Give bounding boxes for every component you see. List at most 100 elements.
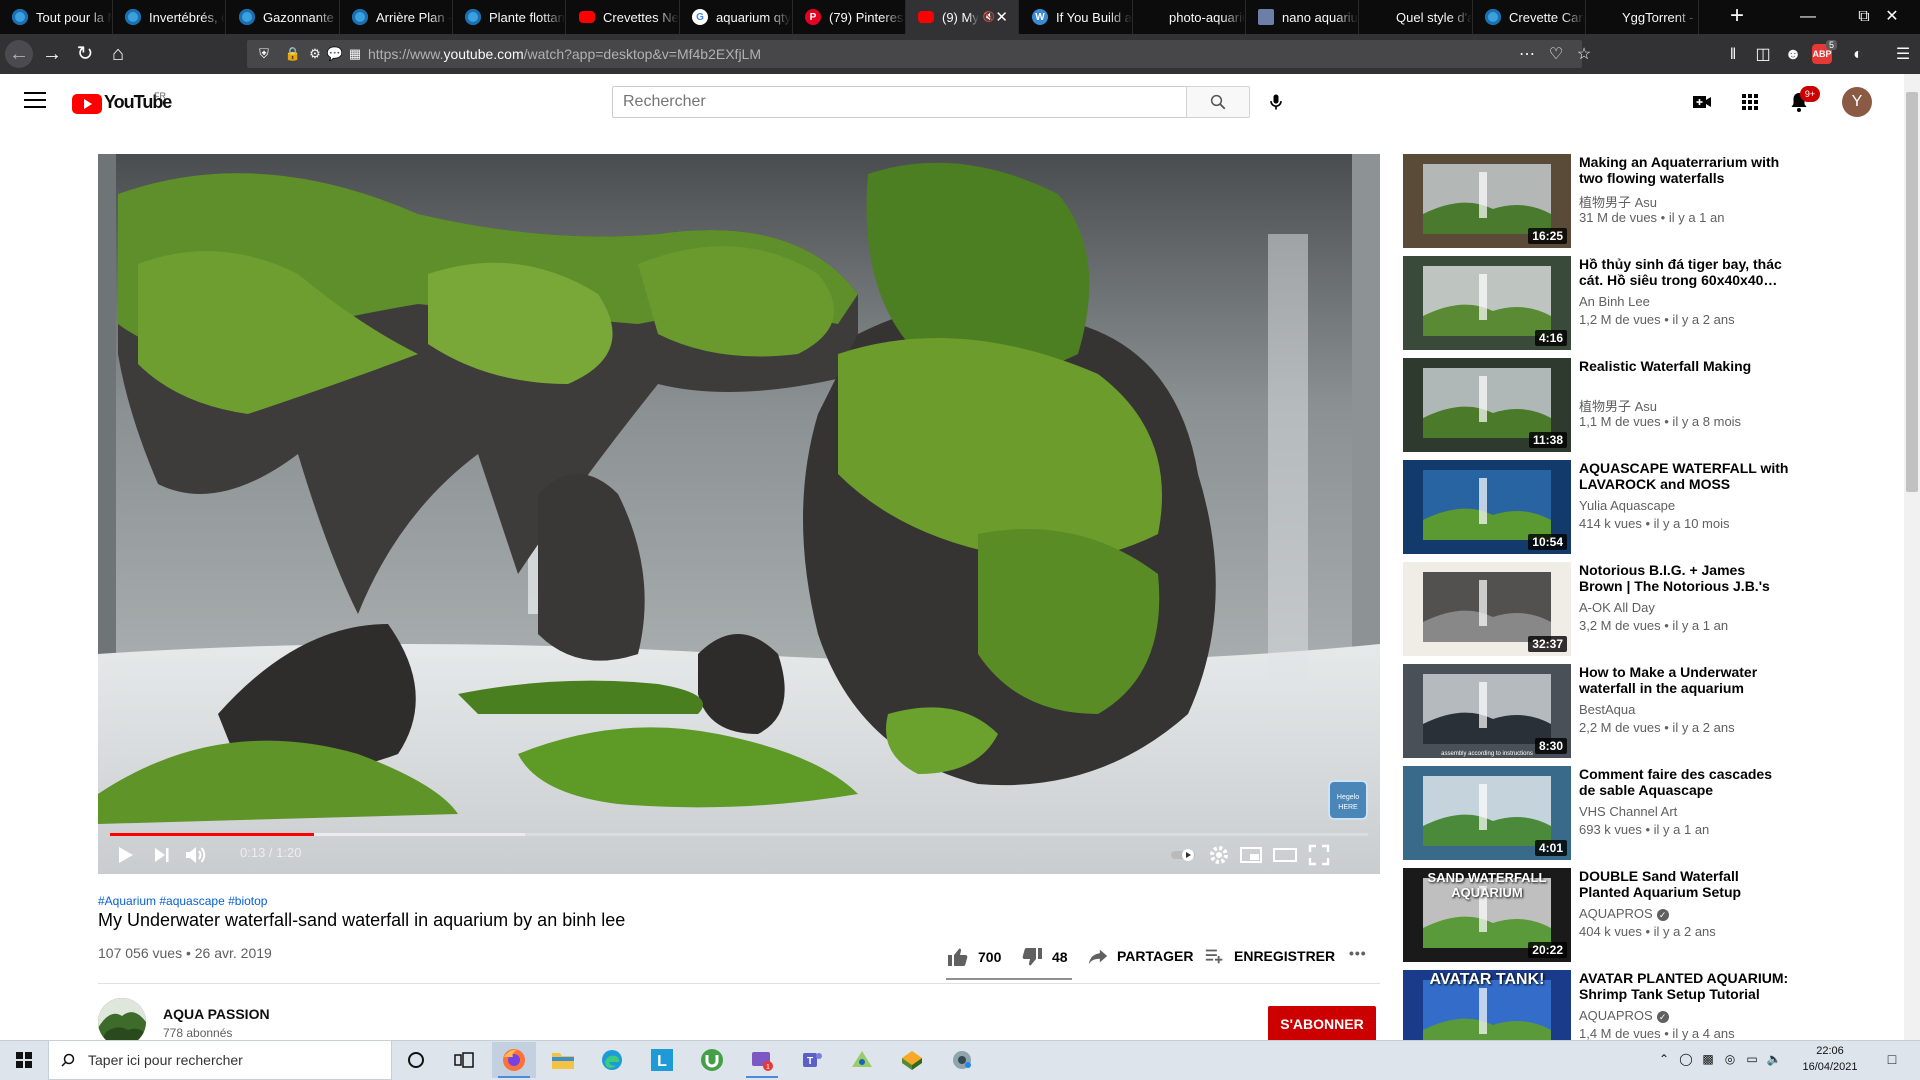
new-tab-button[interactable]: + [1722, 0, 1752, 34]
user-avatar[interactable]: Y [1842, 87, 1872, 117]
autoplay-toggle[interactable] [1168, 840, 1198, 870]
video-frame-aquascape[interactable] [98, 154, 1380, 874]
settings-gear-icon[interactable] [1204, 840, 1234, 870]
recommendation-item[interactable]: 4:16 Hồ thủy sinh đá tiger bay, thác cát.… [1403, 256, 1903, 352]
recommendation-item[interactable]: 16:25 Making an Aquaterrarium with two fl… [1403, 154, 1903, 250]
recommendation-title[interactable]: DOUBLE Sand Waterfall Planted Aquarium S… [1579, 868, 1789, 900]
progress-played[interactable] [110, 833, 314, 836]
dislike-button[interactable]: 48 [1020, 945, 1068, 969]
browser-tab[interactable]: Invertébrés, cre [113, 0, 226, 34]
permissions-icon[interactable]: ⚙ [306, 45, 324, 63]
recommendation-title[interactable]: Notorious B.I.G. + James Brown | The Not… [1579, 562, 1789, 594]
browser-tab[interactable]: Quel style d'aq [1360, 0, 1473, 34]
recommendation-channel[interactable]: AQUAPROS ✓ [1579, 906, 1669, 921]
recommendation-thumbnail[interactable]: assembly according to instructions 8:30 [1403, 664, 1571, 758]
browser-tab[interactable]: photo-aquarium- [1133, 0, 1246, 34]
recommendation-title[interactable]: AQUASCAPE WATERFALL with LAVAROCK and MO… [1579, 460, 1789, 492]
channel-avatar[interactable] [98, 998, 146, 1046]
edge-icon[interactable] [590, 1042, 634, 1078]
action-center-icon[interactable]: □ [1884, 1051, 1900, 1067]
extension-icon[interactable]: ◐ [1847, 44, 1869, 66]
recommendation-thumbnail[interactable]: 10:54 [1403, 460, 1571, 554]
sidebar-icon[interactable]: ◫ [1752, 44, 1774, 66]
recommendation-title[interactable]: Hồ thủy sinh đá tiger bay, thác cát. Hồ … [1579, 256, 1789, 288]
dropbox-tray-icon[interactable]: ▩ [1700, 1051, 1716, 1067]
browser-tab[interactable]: Crevettes Neoca [567, 0, 680, 34]
search-input[interactable] [612, 86, 1186, 118]
recommendation-item[interactable]: SAND WATERFALL AQUARIUM 20:22 DOUBLE Sand … [1403, 868, 1903, 964]
recommendation-title[interactable]: AVATAR PLANTED AQUARIUM: Shrimp Tank Set… [1579, 970, 1789, 1002]
recommendation-item[interactable]: 11:38 Realistic Waterfall Making 植物男子 Asu 1… [1403, 358, 1903, 454]
vpn-app-icon[interactable] [940, 1042, 984, 1078]
battery-icon[interactable]: ▭ [1744, 1051, 1760, 1067]
tab-audio-icon[interactable]: 🔇 [983, 12, 995, 23]
close-window-button[interactable]: ✕ [1864, 0, 1920, 34]
recommendation-thumbnail[interactable]: 4:01 [1403, 766, 1571, 860]
firefox-taskbar-icon[interactable] [492, 1042, 536, 1078]
taskbar-clock[interactable]: 22:06 16/04/2021 [1800, 1043, 1860, 1075]
app-menu-icon[interactable]: ☰ [1892, 44, 1914, 66]
channel-watermark[interactable]: Hegelo HERE [1328, 780, 1368, 820]
app-installer-icon[interactable] [890, 1042, 934, 1078]
recommendation-title[interactable]: How to Make a Underwater waterfall in th… [1579, 664, 1789, 696]
channel-name[interactable]: AQUA PASSION [163, 1006, 270, 1022]
recommendation-title[interactable]: Making an Aquaterrarium with two flowing… [1579, 154, 1789, 186]
apps-grid-icon[interactable] [1738, 90, 1762, 114]
account-icon[interactable]: ☻ [1782, 44, 1804, 66]
lock-icon[interactable]: 🔒 [284, 45, 302, 63]
meet-now-icon[interactable]: ◯ [1678, 1051, 1694, 1067]
cortana-icon[interactable] [394, 1042, 438, 1078]
recommendation-thumbnail[interactable]: 11:38 [1403, 358, 1571, 452]
more-actions-button[interactable]: ••• [1349, 945, 1367, 961]
chat-app-icon[interactable]: 1 [740, 1042, 784, 1078]
browser-tab[interactable]: YggTorrent - 1er T [1586, 0, 1699, 34]
browser-tab[interactable]: Arrière Plan - Ai [340, 0, 453, 34]
recommendation-item[interactable]: 4:01 Comment faire des cascades de sable … [1403, 766, 1903, 862]
bookmark-star-icon[interactable]: ☆ [1573, 44, 1595, 66]
recommendation-channel[interactable]: 植物男子 Asu [1579, 396, 1657, 415]
browser-tab[interactable]: Crevette Caridin [1473, 0, 1586, 34]
file-explorer-icon[interactable] [541, 1042, 585, 1078]
task-view-icon[interactable] [442, 1042, 486, 1078]
recommendation-thumbnail[interactable]: SAND WATERFALL AQUARIUM 20:22 [1403, 868, 1571, 962]
browser-tab[interactable]: Gazonnante - Fi [227, 0, 340, 34]
recommendation-item[interactable]: assembly according to instructions 8:30 Ho… [1403, 664, 1903, 760]
video-hashtags[interactable]: #Aquarium #aquascape #biotop [98, 894, 267, 908]
play-icon[interactable] [110, 840, 140, 870]
like-button[interactable]: 700 [946, 945, 1001, 969]
save-button[interactable]: ENREGISTRER [1204, 945, 1335, 967]
shield-icon[interactable]: ⛨ [255, 45, 273, 63]
autoplay-block-icon[interactable]: ▦ [346, 45, 364, 63]
teams-icon[interactable]: T [790, 1042, 834, 1078]
recommendation-channel[interactable]: A-OK All Day [1579, 600, 1655, 615]
browser-tab[interactable]: Tout pour la Mai [0, 0, 113, 34]
notification-block-icon[interactable]: 💬 [326, 45, 344, 63]
recommendation-channel[interactable]: VHS Channel Art [1579, 804, 1677, 819]
recommendation-item[interactable]: 10:54 AQUASCAPE WATERFALL with LAVAROCK a… [1403, 460, 1903, 556]
show-hidden-icons-icon[interactable]: ⌃ [1656, 1051, 1672, 1067]
microphone-icon[interactable] [1266, 90, 1286, 114]
recommendation-thumbnail[interactable]: 16:25 [1403, 154, 1571, 248]
browser-tab[interactable]: P (79) Pinterest [793, 0, 906, 34]
recommendation-thumbnail[interactable]: 32:37 [1403, 562, 1571, 656]
recommendation-channel[interactable]: An Binh Lee [1579, 294, 1650, 309]
recommendation-channel[interactable]: Yulia Aquascape [1579, 498, 1675, 513]
back-button[interactable]: ← [5, 40, 33, 68]
reload-button[interactable]: ↻ [71, 40, 99, 68]
wifi-icon[interactable]: ◎ [1722, 1051, 1738, 1067]
browser-tab[interactable]: Plante flottante [453, 0, 566, 34]
browser-tab[interactable]: Gaquarium qty [680, 0, 793, 34]
search-button[interactable] [1186, 86, 1250, 118]
share-button[interactable]: PARTAGER [1087, 945, 1193, 967]
recommendation-title[interactable]: Comment faire des cascades de sable Aqua… [1579, 766, 1789, 798]
utorrent-icon[interactable] [690, 1042, 734, 1078]
page-actions-icon[interactable]: ⋯ [1516, 44, 1538, 66]
library-icon[interactable]: ‖ [1722, 44, 1744, 66]
url-text[interactable]: https://www.youtube.com/watch?app=deskto… [368, 46, 761, 62]
pocket-icon[interactable]: ♡ [1545, 44, 1567, 66]
hamburger-menu-icon[interactable] [24, 92, 46, 113]
close-tab-icon[interactable]: ✕ [995, 8, 1008, 26]
volume-icon[interactable] [180, 840, 210, 870]
browser-tab[interactable]: W If You Build a M [1020, 0, 1133, 34]
recommendation-channel[interactable]: 植物男子 Asu [1579, 192, 1657, 211]
